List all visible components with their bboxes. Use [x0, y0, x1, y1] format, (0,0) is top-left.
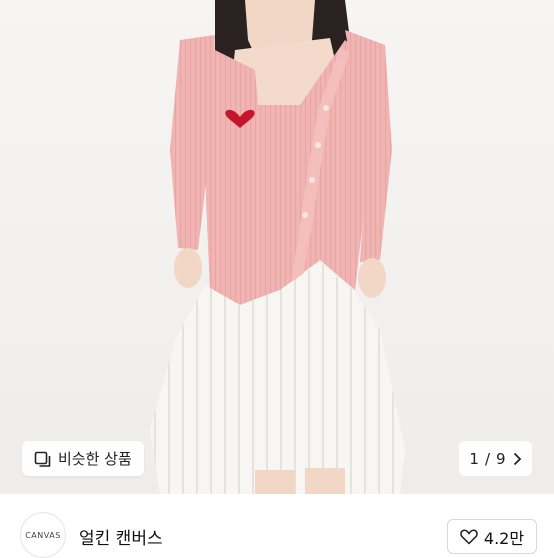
shop-logo-text: CANVAS — [25, 530, 61, 540]
shop-avatar[interactable]: CANVAS — [20, 512, 66, 558]
similar-products-label: 비슷한 상품 — [58, 450, 132, 468]
product-image[interactable]: 비슷한 상품 1 / 9 — [0, 0, 554, 494]
shop-name[interactable]: 얼킨 캔버스 — [79, 524, 163, 549]
pager-separator: / — [484, 449, 491, 468]
chevron-right-icon — [512, 452, 522, 466]
image-pager[interactable]: 1 / 9 — [459, 441, 532, 476]
pager-total: 9 — [496, 449, 506, 468]
like-button[interactable]: 4.2만 — [447, 519, 537, 554]
heart-outline-icon — [460, 529, 478, 545]
similar-products-icon — [34, 450, 52, 468]
like-count: 4.2만 — [483, 528, 525, 548]
pager-current: 1 — [469, 449, 479, 468]
similar-products-button[interactable]: 비슷한 상품 — [22, 441, 144, 476]
product-photo — [0, 0, 554, 494]
